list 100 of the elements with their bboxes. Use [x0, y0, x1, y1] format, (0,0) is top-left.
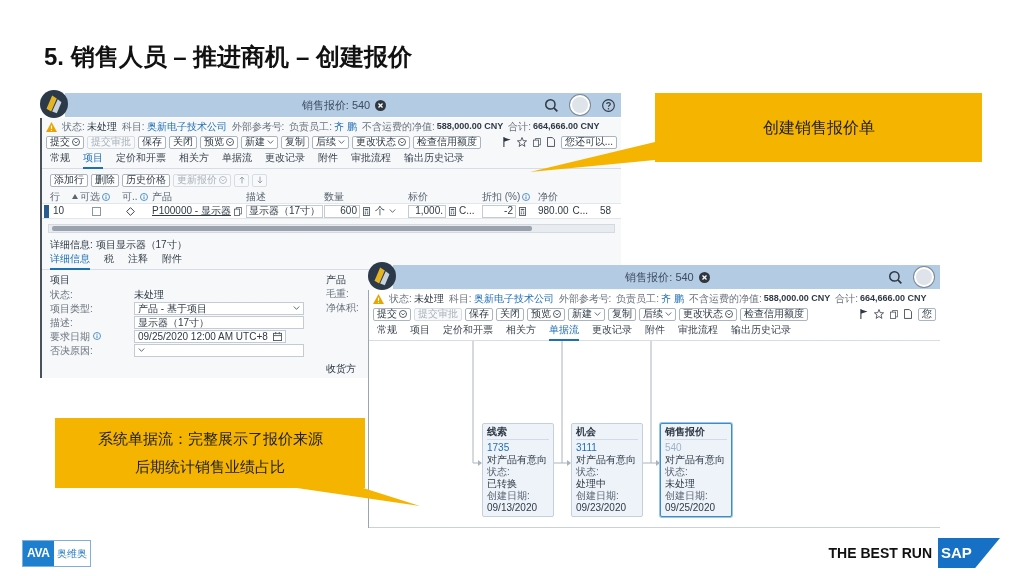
toolbar-button[interactable]: 检查信用额度: [740, 307, 808, 321]
discount-field[interactable]: -2: [482, 204, 516, 218]
tab[interactable]: 审批流程: [678, 324, 718, 341]
tab[interactable]: 输出历史记录: [731, 324, 791, 341]
toolbar-button[interactable]: 删除: [91, 173, 119, 187]
tab[interactable]: 附件: [318, 152, 338, 169]
tab[interactable]: 单据流: [222, 152, 252, 169]
more-options-button[interactable]: 您: [918, 307, 936, 321]
scrollbar-thumb[interactable]: [52, 226, 532, 231]
avatar-icon[interactable]: [570, 95, 590, 115]
more-options-button[interactable]: 您还可以...: [560, 135, 617, 149]
tab[interactable]: 更改记录: [592, 324, 632, 341]
calendar-icon[interactable]: [273, 331, 282, 341]
toolbar-button[interactable]: 新建: [568, 307, 605, 321]
flow-node[interactable]: 机会 3111 对产品有意向 状态: 处理中 创建日期: 09/23/2020: [571, 423, 643, 517]
toolbar-button[interactable]: 提交: [46, 135, 84, 149]
close-icon[interactable]: [698, 271, 710, 283]
tab[interactable]: 单据流: [549, 324, 579, 341]
tab[interactable]: 审批流程: [351, 152, 391, 169]
product-link[interactable]: P100000 - 显示器: [152, 206, 231, 216]
caret-icon: [293, 306, 300, 310]
toolbar-button[interactable]: 后续: [639, 307, 676, 321]
avatar-icon[interactable]: [914, 267, 934, 287]
toolbar-button[interactable]: 关闭: [169, 135, 197, 149]
tab[interactable]: 注释: [128, 253, 148, 270]
tab[interactable]: 定价和开票: [443, 324, 493, 341]
toolbar-button[interactable]: 复制: [608, 307, 636, 321]
flow-node[interactable]: 销售报价 540 对产品有意向 状态: 未处理 创建日期: 09/25/2020: [660, 423, 732, 517]
currency-code: C...: [572, 206, 589, 216]
tab[interactable]: 附件: [162, 253, 182, 270]
star-icon[interactable]: [874, 309, 884, 319]
copy-icon[interactable]: [532, 137, 541, 147]
info-link[interactable]: 齐 鹏: [661, 292, 684, 305]
help-icon[interactable]: [602, 98, 615, 112]
toolbar-button[interactable]: 历史价格: [122, 173, 170, 187]
tab[interactable]: 常规: [377, 324, 397, 341]
tab[interactable]: 税: [104, 253, 114, 270]
toolbar-button[interactable]: 更改状态: [352, 135, 410, 149]
toolbar-button[interactable]: 保存: [465, 307, 493, 321]
page-title: 销售报价: 540: [625, 269, 694, 285]
unit-select[interactable]: 个: [373, 204, 398, 218]
info-link[interactable]: 奥新电子技术公司: [473, 292, 554, 305]
date-field[interactable]: 09/25/2020 12:00 AM UTC+8: [134, 329, 286, 343]
flag-icon[interactable]: [860, 309, 868, 319]
tab[interactable]: 更改记录: [265, 152, 305, 169]
document-icon[interactable]: [546, 137, 555, 147]
caret-icon: [138, 348, 145, 352]
toolbar-button[interactable]: 检查信用额度: [413, 135, 481, 149]
node-date-label: 创建日期:: [665, 490, 709, 502]
arrow-down-icon: [256, 176, 263, 184]
toolbar-button[interactable]: 新建: [241, 135, 278, 149]
row-selection-marker[interactable]: [44, 204, 49, 218]
dropdown-field[interactable]: [134, 343, 304, 357]
calculator-icon[interactable]: [363, 206, 370, 216]
calculator-icon[interactable]: [449, 206, 456, 216]
description-field[interactable]: 显示器（17寸）: [246, 204, 324, 218]
toolbar-button[interactable]: 添加行: [50, 173, 88, 187]
tab[interactable]: 详细信息: [50, 253, 90, 270]
text-field[interactable]: 显示器（17寸）: [134, 315, 304, 329]
node-id-link[interactable]: 3111: [576, 442, 638, 454]
toolbar-button[interactable]: 关闭: [496, 307, 524, 321]
tab[interactable]: 常规: [50, 152, 70, 169]
flag-icon[interactable]: [502, 137, 511, 147]
close-icon[interactable]: [375, 99, 387, 111]
toolbar-button[interactable]: 预览: [200, 135, 238, 149]
toolbar-button[interactable]: 后续: [312, 135, 349, 149]
info-link[interactable]: 齐 鹏: [334, 120, 357, 133]
tab[interactable]: 相关方: [179, 152, 209, 169]
tab[interactable]: 定价和开票: [116, 152, 166, 169]
app-logo-icon[interactable]: [40, 90, 68, 118]
info-link[interactable]: 奥新电子技术公司: [146, 120, 227, 133]
toolbar-button[interactable]: 保存: [138, 135, 166, 149]
star-icon[interactable]: [516, 137, 527, 147]
tab[interactable]: 相关方: [506, 324, 536, 341]
toolbar-button[interactable]: 更改状态: [679, 307, 737, 321]
node-date-label: 创建日期:: [487, 490, 531, 502]
tab[interactable]: 项目: [410, 324, 430, 341]
horizontal-scrollbar[interactable]: [48, 224, 615, 233]
info-label: 合计:: [835, 292, 858, 305]
toolbar-button[interactable]: 复制: [281, 135, 309, 149]
copy-icon[interactable]: [890, 309, 898, 319]
price-field[interactable]: 1,000.: [408, 204, 446, 218]
tab[interactable]: 输出历史记录: [404, 152, 464, 169]
dropdown-field[interactable]: 产品 - 基于项目: [134, 301, 304, 315]
quantity-field[interactable]: 600: [324, 204, 360, 218]
copy-icon[interactable]: [233, 206, 242, 216]
search-icon[interactable]: [545, 98, 558, 112]
tab[interactable]: 项目: [83, 152, 103, 169]
search-icon[interactable]: [889, 270, 902, 284]
checkbox[interactable]: [92, 206, 101, 216]
document-icon[interactable]: [904, 309, 912, 319]
node-id-link[interactable]: 1735: [487, 442, 549, 454]
column-header: 净价: [538, 191, 558, 202]
app-logo-icon[interactable]: [368, 262, 396, 290]
table-row[interactable]: 10 P100000 - 显示器 显示器（17寸） 600 个 1,000. C... -2 980.00 C... 58: [42, 203, 621, 219]
toolbar-button[interactable]: 预览: [527, 307, 565, 321]
calculator-icon[interactable]: [519, 206, 526, 216]
flow-node[interactable]: 线索 1735 对产品有意向 状态: 已转换 创建日期: 09/13/2020: [482, 423, 554, 517]
toolbar-button[interactable]: 提交: [373, 307, 411, 321]
tab[interactable]: 附件: [645, 324, 665, 341]
